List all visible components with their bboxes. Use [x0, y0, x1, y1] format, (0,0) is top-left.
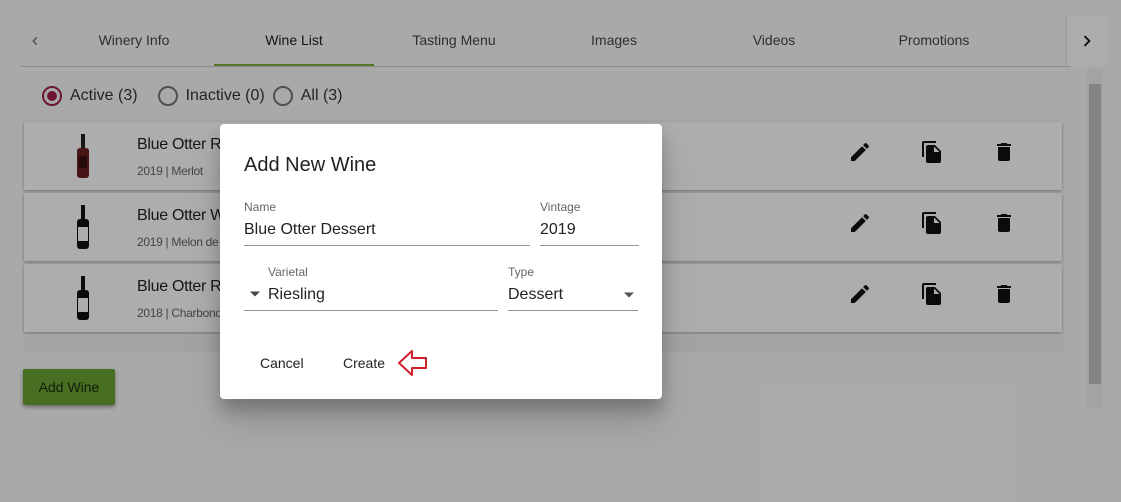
type-underline: [508, 310, 638, 311]
name-underline: [244, 245, 530, 246]
dialog-title: Add New Wine: [244, 154, 377, 176]
type-select[interactable]: Dessert: [508, 286, 563, 304]
varietal-underline: [244, 310, 498, 311]
varietal-select[interactable]: Riesling: [268, 286, 325, 304]
name-input[interactable]: Blue Otter Dessert: [244, 221, 376, 239]
varietal-label: Varietal: [268, 265, 308, 279]
dropdown-arrow-icon[interactable]: [624, 292, 634, 298]
name-label: Name: [244, 200, 277, 214]
create-button[interactable]: Create: [343, 348, 385, 378]
vintage-underline: [540, 245, 639, 246]
cancel-button[interactable]: Cancel: [260, 348, 304, 378]
vintage-input[interactable]: 2019: [540, 221, 576, 239]
hand-drawn-arrow-icon: [398, 350, 427, 376]
dropdown-arrow-icon[interactable]: [250, 291, 260, 297]
vintage-label: Vintage: [540, 200, 581, 214]
type-label: Type: [508, 265, 535, 279]
add-wine-dialog: Add New Wine Name Blue Otter Dessert Vin…: [220, 124, 662, 399]
